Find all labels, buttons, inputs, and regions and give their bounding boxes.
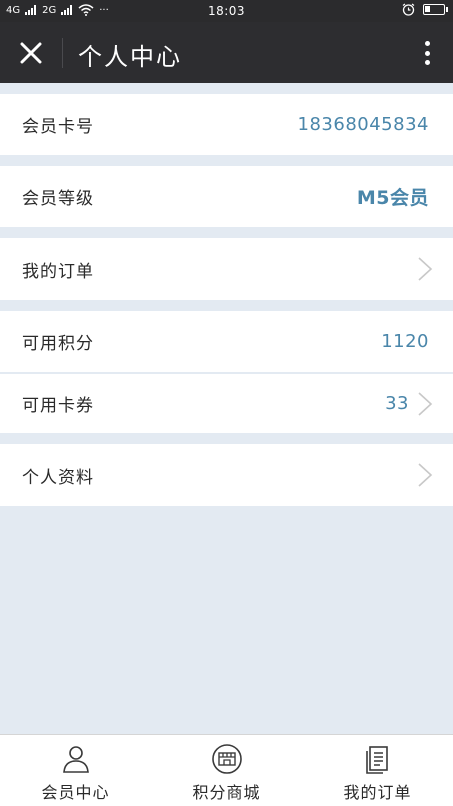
tab-member-center[interactable]: 会员中心 bbox=[0, 735, 151, 806]
more-menu-button[interactable] bbox=[417, 38, 437, 68]
close-button[interactable] bbox=[14, 36, 48, 70]
alarm-icon bbox=[402, 3, 415, 16]
row-personal-info[interactable]: 个人资料 bbox=[0, 444, 453, 506]
row-available-points: 可用积分 1120 bbox=[0, 311, 453, 372]
document-icon bbox=[365, 746, 388, 774]
bottom-tab-bar: 会员中心 积分商城 我的订单 bbox=[0, 734, 453, 806]
more-dot bbox=[424, 41, 430, 46]
status-time: 18:03 bbox=[207, 4, 246, 18]
tab-my-orders[interactable]: 我的订单 bbox=[302, 735, 453, 806]
status-right bbox=[402, 3, 448, 16]
person-icon bbox=[62, 746, 89, 773]
row-member-level: 会员等级 M5会员 bbox=[0, 166, 453, 227]
tab-label: 积分商城 bbox=[192, 783, 261, 802]
status-bar: 4G 2G ··· 18:03 bbox=[0, 0, 453, 22]
tab-points-mall[interactable]: 积分商城 bbox=[151, 735, 302, 806]
row-label: 个人资料 bbox=[22, 467, 94, 488]
row-my-orders[interactable]: 我的订单 bbox=[0, 238, 453, 300]
row-label: 可用积分 bbox=[22, 334, 94, 354]
row-member-card: 会员卡号 18368045834 bbox=[0, 94, 453, 155]
chevron-right-icon bbox=[418, 463, 433, 487]
more-dot bbox=[424, 50, 430, 56]
available-coupons-value: 33 bbox=[385, 393, 409, 414]
row-label: 会员卡号 bbox=[22, 117, 94, 137]
row-label: 我的订单 bbox=[22, 261, 94, 282]
member-card-number: 18368045834 bbox=[297, 114, 429, 135]
close-icon bbox=[20, 42, 42, 64]
more-dot bbox=[424, 60, 430, 65]
tab-label: 我的订单 bbox=[343, 783, 412, 802]
row-label: 可用卡券 bbox=[22, 396, 94, 416]
battery-icon bbox=[423, 4, 448, 15]
chevron-right-icon bbox=[418, 391, 433, 416]
row-label: 会员等级 bbox=[22, 189, 94, 209]
available-points-value: 1120 bbox=[381, 331, 429, 352]
title-bar: 个人中心 bbox=[0, 22, 453, 83]
member-level-value: M5会员 bbox=[356, 187, 429, 209]
tab-label: 会员中心 bbox=[41, 783, 110, 802]
row-available-coupons[interactable]: 可用卡券 33 bbox=[0, 374, 453, 433]
store-icon bbox=[211, 744, 242, 774]
top-strip bbox=[0, 83, 453, 93]
title-divider bbox=[62, 38, 63, 68]
page-title: 个人中心 bbox=[78, 43, 182, 71]
chevron-right-icon bbox=[418, 257, 433, 281]
